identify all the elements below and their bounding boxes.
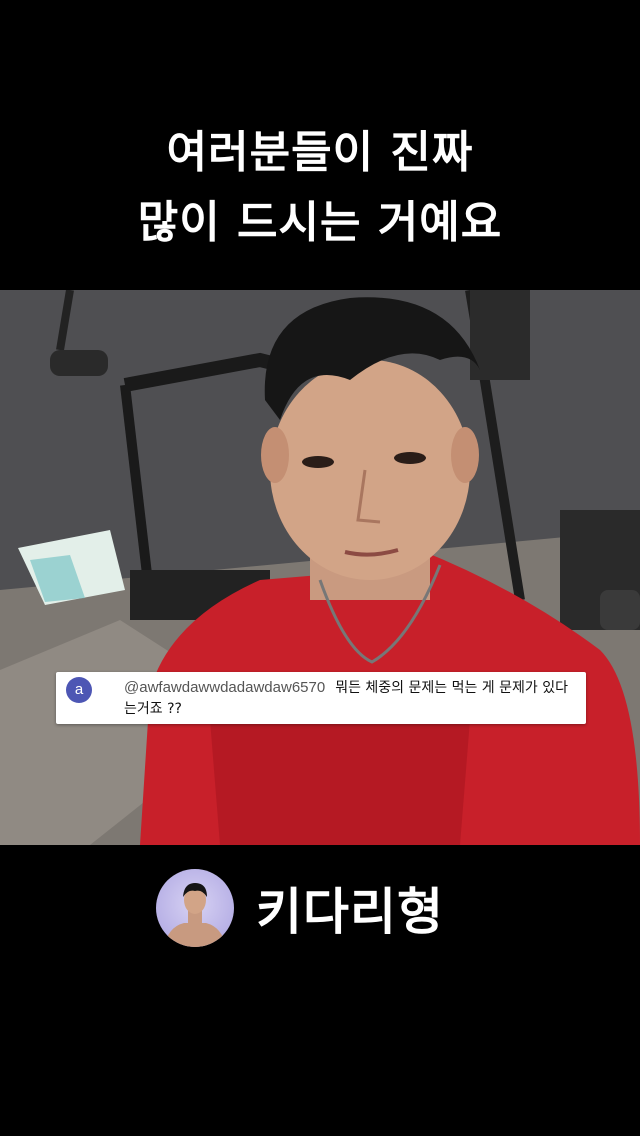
caption-line-2: 많이 드시는 거예요 [137, 197, 503, 248]
comment-bubble[interactable]: a @awfawdawwdadawdaw6570 뭐든 체중의 문제는 먹는 게 … [56, 672, 586, 724]
channel-avatar[interactable] [156, 869, 234, 947]
caption-line-1: 여러분들이 진짜 [166, 127, 474, 178]
video-scene [0, 290, 640, 845]
commenter-avatar: a [66, 677, 92, 703]
video-caption: 여러분들이 진짜 많이 드시는 거예요 [0, 118, 640, 258]
comment-username: @awfawdawwdadawdaw6570 [124, 679, 326, 696]
channel-avatar-image [164, 883, 226, 947]
video-frame[interactable] [0, 290, 640, 845]
channel-badge[interactable]: 키다리형 [156, 868, 444, 948]
channel-name: 키다리형 [256, 883, 444, 941]
comment-body: @awfawdawwdadawdaw6570 뭐든 체중의 문제는 먹는 게 문제… [124, 677, 576, 720]
